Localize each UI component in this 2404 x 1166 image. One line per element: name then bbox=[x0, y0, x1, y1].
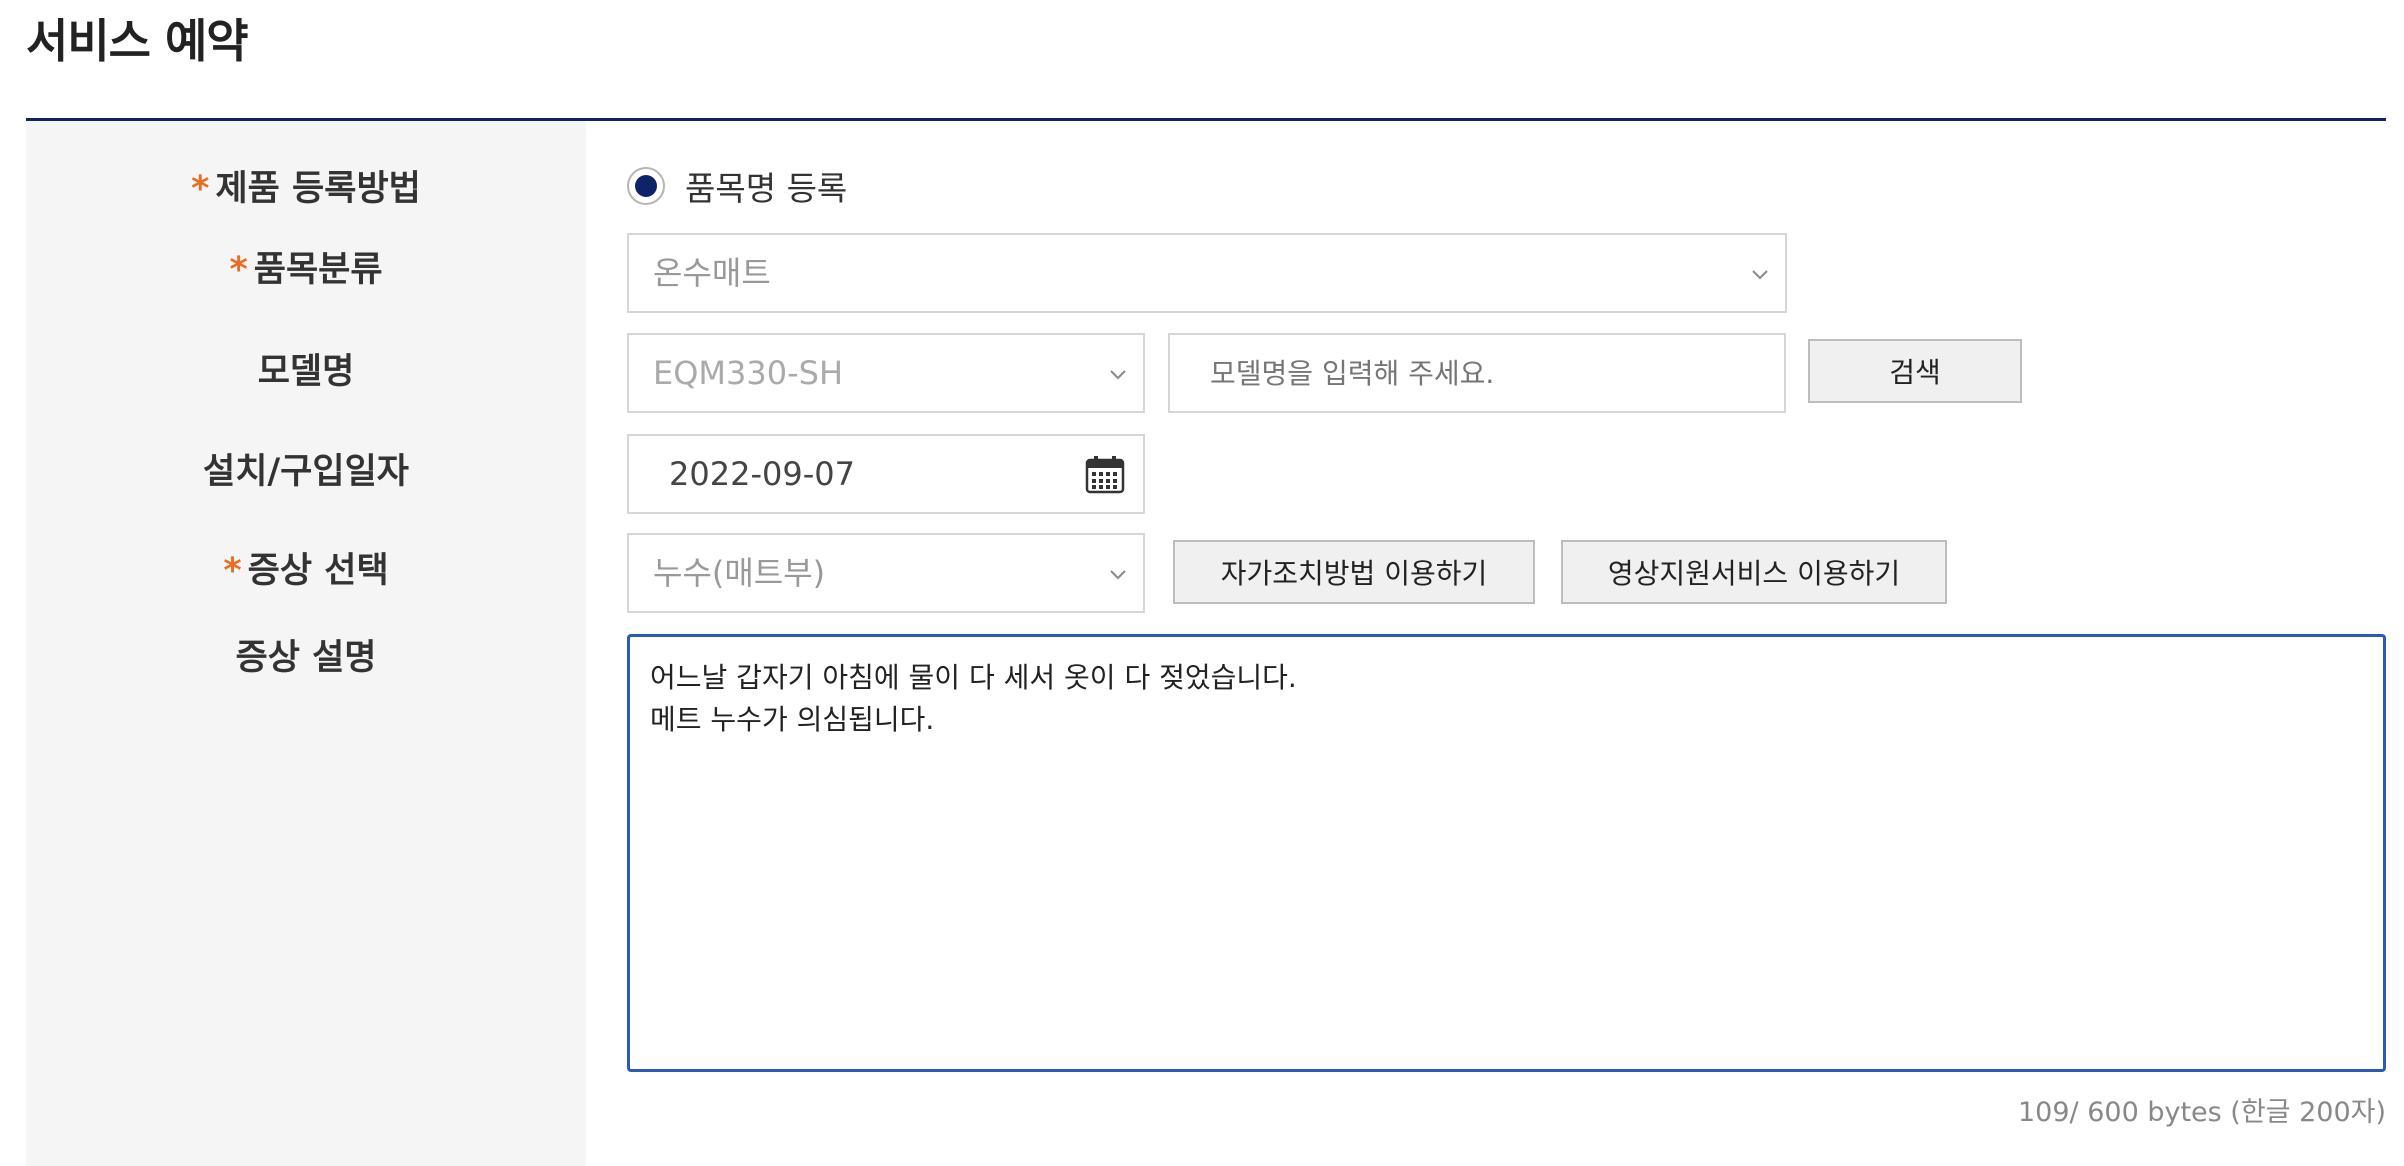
chevron-down-icon bbox=[1110, 370, 1126, 380]
category-select[interactable]: 온수매트 bbox=[627, 233, 1787, 313]
model-select[interactable]: EQM330-SH bbox=[627, 333, 1145, 413]
label-install-date: 설치/구입일자 bbox=[203, 452, 409, 492]
self-help-button[interactable]: 자가조치방법 이용하기 bbox=[1173, 540, 1535, 604]
required-mark: * bbox=[223, 551, 242, 591]
model-search-input[interactable] bbox=[1168, 333, 1786, 413]
symptom-select[interactable]: 누수(매트부) bbox=[627, 533, 1145, 613]
radio-label: 품목명 등록 bbox=[685, 169, 848, 208]
label-symptom-description: 증상 설명 bbox=[235, 638, 377, 678]
search-button[interactable]: 검색 bbox=[1808, 339, 2022, 403]
required-mark: * bbox=[191, 169, 210, 209]
calendar-icon[interactable] bbox=[1085, 456, 1125, 494]
install-date-field[interactable]: 2022-09-07 bbox=[627, 434, 1145, 514]
radio-selected-dot bbox=[635, 175, 657, 197]
page-title: 서비스 예약 bbox=[26, 14, 249, 68]
chevron-down-icon bbox=[1110, 570, 1126, 580]
label-registration-method: * 제품 등록방법 bbox=[191, 169, 421, 209]
label-symptom: * 증상 선택 bbox=[223, 551, 389, 591]
label-category: * 품목분류 bbox=[229, 250, 383, 290]
chevron-down-icon bbox=[1752, 270, 1768, 280]
label-model: 모델명 bbox=[257, 352, 355, 392]
install-date-value: 2022-09-07 bbox=[669, 455, 855, 493]
symptom-description-textarea[interactable] bbox=[627, 634, 2386, 1072]
video-support-button[interactable]: 영상지원서비스 이용하기 bbox=[1561, 540, 1947, 604]
byte-counter: 109/ 600 bytes (한글 200자) bbox=[2018, 1097, 2386, 1128]
radio-button[interactable] bbox=[627, 167, 665, 205]
required-mark: * bbox=[229, 250, 248, 290]
radio-item-name-registration[interactable]: 품목명 등록 bbox=[627, 160, 847, 212]
